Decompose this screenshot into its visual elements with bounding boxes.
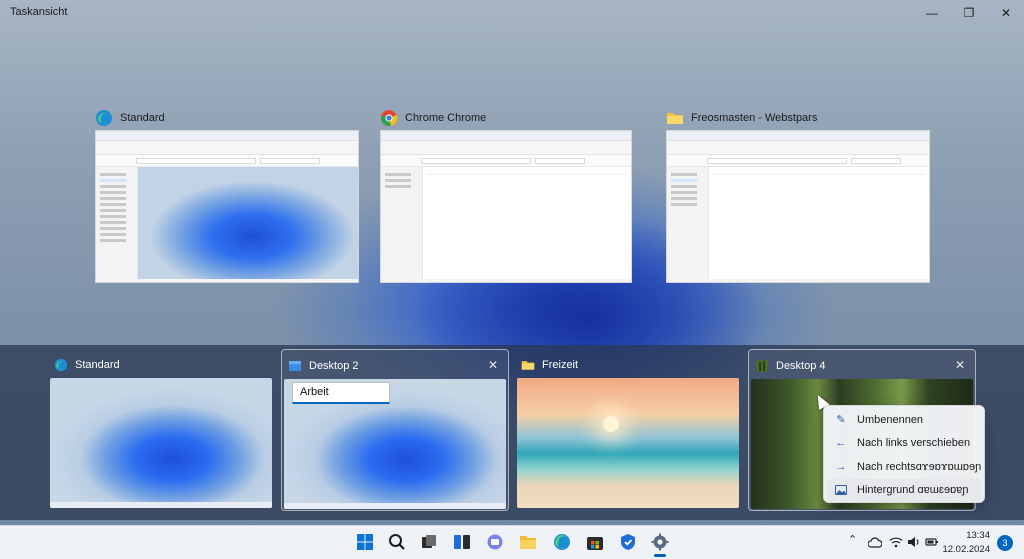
menu-item-background[interactable]: Hintergrund ɑɐɯɛɘɒɐɲ bbox=[827, 478, 981, 502]
window-card-chrome[interactable]: Chrome Chrome bbox=[380, 108, 644, 283]
folder-icon bbox=[521, 361, 535, 370]
forest-icon bbox=[756, 360, 768, 372]
menu-item-label: Umbenennen bbox=[857, 413, 924, 426]
close-icon[interactable]: ✕ bbox=[488, 358, 498, 372]
desktop-title: Desktop 4 bbox=[776, 360, 826, 372]
close-icon[interactable]: ✕ bbox=[955, 358, 965, 372]
taskview-icon[interactable] bbox=[419, 532, 439, 552]
window-card-folder[interactable]: Freosmasten - Webstpars bbox=[666, 108, 930, 283]
context-menu: ✎ Umbenennen ← Nach links verschieben → … bbox=[823, 405, 985, 503]
teams-icon[interactable] bbox=[485, 532, 505, 552]
app-title: Taskansicht bbox=[10, 6, 68, 18]
window-preview bbox=[95, 130, 359, 283]
search-icon[interactable] bbox=[387, 532, 407, 552]
window-title: Chrome Chrome bbox=[405, 112, 487, 124]
settings-icon[interactable] bbox=[650, 532, 670, 552]
close-button[interactable]: ✕ bbox=[996, 4, 1016, 22]
clock-time: 13:34 bbox=[966, 530, 990, 541]
desktop-preview[interactable] bbox=[517, 378, 739, 508]
window-card-standard[interactable]: Standard bbox=[95, 108, 359, 283]
cloud-icon[interactable] bbox=[868, 536, 882, 548]
window-title: Freosmasten - Webstpars bbox=[691, 112, 818, 124]
defender-icon[interactable] bbox=[618, 532, 638, 552]
menu-item-label: Nach links verschieben bbox=[857, 437, 971, 450]
store-icon[interactable] bbox=[585, 532, 605, 552]
arrow-left-icon: ← bbox=[835, 437, 847, 450]
clock[interactable]: 13:34 12.02.2024 bbox=[942, 529, 990, 557]
volume-icon[interactable] bbox=[907, 536, 921, 548]
menu-item-label: Nach rechtsɑɤɘɒɤɒɯɒɘɲ bbox=[857, 460, 982, 473]
rename-input[interactable]: Arbeit bbox=[292, 382, 390, 404]
chevron-up-icon[interactable]: ⌃ bbox=[848, 533, 857, 546]
minimize-button[interactable]: — bbox=[922, 4, 942, 22]
start-icon[interactable] bbox=[355, 532, 375, 552]
edge-icon bbox=[54, 358, 68, 372]
chrome-icon bbox=[381, 110, 398, 127]
desktop-card-2[interactable]: Desktop 2 ✕ bbox=[281, 349, 509, 511]
wifi-icon[interactable] bbox=[889, 536, 903, 548]
desktop-card-freizeit[interactable]: Freizeit bbox=[515, 349, 743, 511]
desktop-title: Standard bbox=[75, 359, 120, 371]
title-bar: Taskansicht — ❐ ✕ bbox=[0, 0, 1024, 26]
window-title: Standard bbox=[120, 112, 165, 124]
clock-date: 12.02.2024 bbox=[942, 544, 990, 555]
menu-item-move-left[interactable]: ← Nach links verschieben bbox=[824, 432, 984, 456]
menu-item-label: Hintergrund ɑɐɯɛɘɒɐɲ bbox=[857, 484, 969, 497]
menu-item-rename[interactable]: ✎ Umbenennen bbox=[824, 408, 984, 432]
desktop-title: Desktop 2 bbox=[309, 360, 359, 372]
widgets-icon[interactable] bbox=[452, 532, 472, 552]
file-explorer-icon[interactable] bbox=[518, 532, 538, 552]
folder-icon bbox=[667, 113, 683, 124]
window-preview bbox=[666, 130, 930, 283]
window-preview bbox=[380, 130, 632, 283]
desktop-title: Freizeit bbox=[542, 359, 579, 371]
image-icon bbox=[835, 484, 847, 496]
notification-badge[interactable]: 3 bbox=[997, 535, 1013, 551]
battery-icon[interactable] bbox=[925, 536, 939, 548]
maximize-button[interactable]: ❐ bbox=[959, 4, 979, 22]
active-app-indicator bbox=[654, 554, 666, 557]
window-icon bbox=[289, 361, 301, 371]
pencil-icon: ✎ bbox=[836, 413, 846, 426]
menu-item-move-right[interactable]: → Nach rechtsɑɤɘɒɤɒɯɒɘɲ bbox=[824, 455, 984, 479]
desktop-preview[interactable] bbox=[50, 378, 272, 508]
edge-icon bbox=[96, 110, 112, 126]
edge-icon[interactable] bbox=[552, 532, 572, 552]
arrow-right-icon: → bbox=[835, 460, 847, 473]
desktop-card-standard[interactable]: Standard bbox=[48, 349, 276, 511]
